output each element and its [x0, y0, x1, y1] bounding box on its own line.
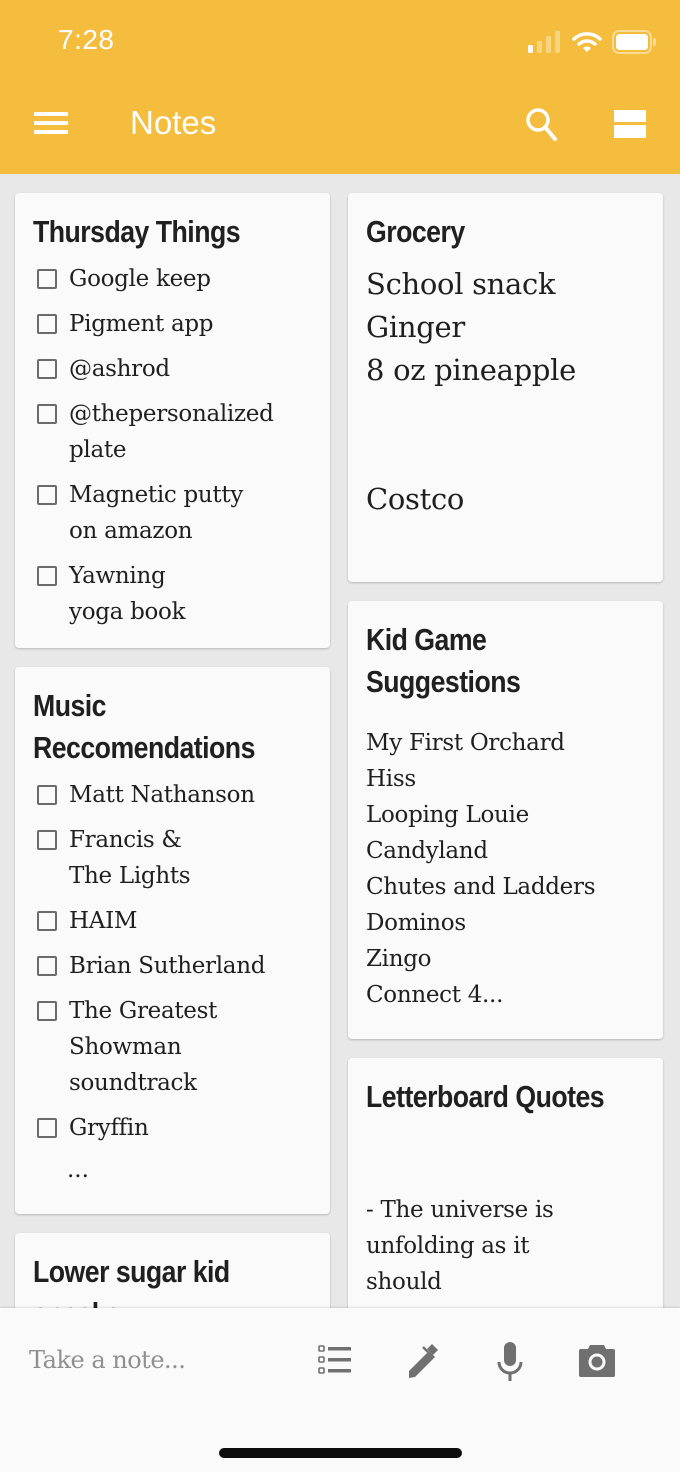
note-line: - The universe is — [366, 1197, 554, 1223]
search-icon — [526, 108, 557, 141]
take-note-input[interactable]: Take a note... — [29, 1346, 186, 1374]
checkbox[interactable] — [37, 785, 57, 805]
note-title: Music Reccomendations — [33, 688, 255, 765]
note-body: My First Orchard Hiss Looping Louie Cand… — [366, 725, 645, 1013]
checkbox[interactable] — [37, 485, 57, 505]
checkbox[interactable] — [37, 911, 57, 931]
checklist-item: Magnetic putty on amazon — [33, 477, 312, 549]
checklist: Google keep Pigment app @ashrod @thepers… — [33, 261, 312, 630]
checklist-item: Yawning yoga book — [33, 558, 312, 630]
drawing-pen-icon — [409, 1344, 438, 1378]
note-line: should — [366, 1269, 442, 1295]
more-items-ellipsis: ... — [67, 1157, 89, 1183]
note-line — [366, 392, 645, 435]
note-title: Thursday Things — [33, 214, 241, 249]
bottom-bar: Take a note... — [0, 1308, 680, 1472]
note-line: Chutes and Ladders — [366, 874, 596, 900]
hamburger-menu-icon — [34, 112, 68, 134]
note-line: 8 oz pineapple — [366, 353, 576, 387]
checkbox[interactable] — [37, 1118, 57, 1138]
note-card-music-recommendations[interactable]: Music Reccomendations Matt Nathanson Fra… — [15, 667, 330, 1214]
checkbox[interactable] — [37, 314, 57, 334]
notes-grid: Thursday Things Google keep Pigment app … — [0, 174, 680, 1308]
checklist-item: The Greatest Showman soundtrack — [33, 993, 312, 1101]
new-list-icon — [318, 1345, 351, 1374]
voice-note-button[interactable] — [488, 1338, 532, 1384]
checkbox[interactable] — [37, 566, 57, 586]
checklist-item: @thepersonalized plate — [33, 396, 312, 468]
checkbox[interactable] — [37, 830, 57, 850]
search-button[interactable] — [520, 102, 564, 146]
app-bar: 7:28 Notes — [0, 0, 680, 174]
checklist-item: Google keep — [33, 261, 312, 297]
note-line: Looping Louie — [366, 802, 529, 828]
drawing-button[interactable] — [400, 1338, 446, 1382]
note-body: School snack Ginger 8 oz pineapple Costc… — [366, 263, 645, 521]
note-card-lower-sugar-kid-snacks[interactable]: Lower sugar kid snacks — [15, 1233, 330, 1308]
note-line: Ginger — [366, 310, 465, 344]
note-line: Connect 4... — [366, 982, 504, 1008]
checklist-item: Matt Nathanson — [33, 777, 312, 813]
home-indicator[interactable] — [219, 1448, 462, 1458]
note-line — [366, 1156, 645, 1192]
note-card-letterboard-quotes[interactable]: Letterboard Quotes - The universe is unf… — [348, 1058, 663, 1308]
note-card-kid-game-suggestions[interactable]: Kid Game Suggestions My First Orchard Hi… — [348, 601, 663, 1039]
menu-button[interactable] — [30, 106, 72, 140]
checklist-item: @ashrod — [33, 351, 312, 387]
checkbox[interactable] — [37, 359, 57, 379]
checklist-item: Brian Sutherland — [33, 948, 312, 984]
checkbox[interactable] — [37, 956, 57, 976]
note-line: unfolding as it — [366, 1233, 530, 1259]
note-line — [366, 435, 645, 478]
note-line: Zingo — [366, 946, 432, 972]
wifi-icon — [572, 32, 602, 52]
note-line: Dominos — [366, 910, 466, 936]
checklist-item: HAIM — [33, 903, 312, 939]
battery-icon — [612, 30, 656, 54]
note-card-grocery[interactable]: Grocery School snack Ginger 8 oz pineapp… — [348, 193, 663, 582]
checklist-item: Gryffin — [33, 1110, 312, 1146]
note-line: Candyland — [366, 838, 488, 864]
page-title: Notes — [130, 104, 217, 141]
note-line: Costco — [366, 482, 465, 516]
checklist-item: Pigment app — [33, 306, 312, 342]
note-card-thursday-things[interactable]: Thursday Things Google keep Pigment app … — [15, 193, 330, 648]
note-line: - Purpose — [366, 1300, 645, 1308]
note-line: My First Orchard — [366, 730, 565, 756]
cellular-signal-icon — [528, 31, 560, 53]
status-time: 7:28 — [58, 24, 115, 55]
camera-icon — [579, 1345, 615, 1377]
checkbox[interactable] — [37, 1001, 57, 1021]
new-list-button[interactable] — [312, 1340, 358, 1380]
checklist-item: Francis & The Lights — [33, 822, 312, 894]
microphone-icon — [497, 1342, 523, 1381]
note-title: Kid Game Suggestions — [366, 622, 521, 699]
note-line: School snack — [366, 267, 556, 301]
toggle-layout-button[interactable] — [608, 104, 652, 144]
checkbox[interactable] — [37, 404, 57, 424]
note-body: - The universe is unfolding as it should… — [366, 1156, 645, 1308]
checklist: Matt Nathanson Francis & The Lights HAIM… — [33, 777, 312, 1146]
status-icons — [528, 30, 656, 54]
checkbox[interactable] — [37, 269, 57, 289]
note-title: Grocery — [366, 214, 465, 249]
photo-note-button[interactable] — [574, 1340, 620, 1382]
note-title: Letterboard Quotes — [366, 1079, 605, 1114]
note-title: Lower sugar kid snacks — [33, 1254, 230, 1308]
note-line: Hiss — [366, 766, 416, 792]
single-column-view-icon — [614, 110, 646, 138]
